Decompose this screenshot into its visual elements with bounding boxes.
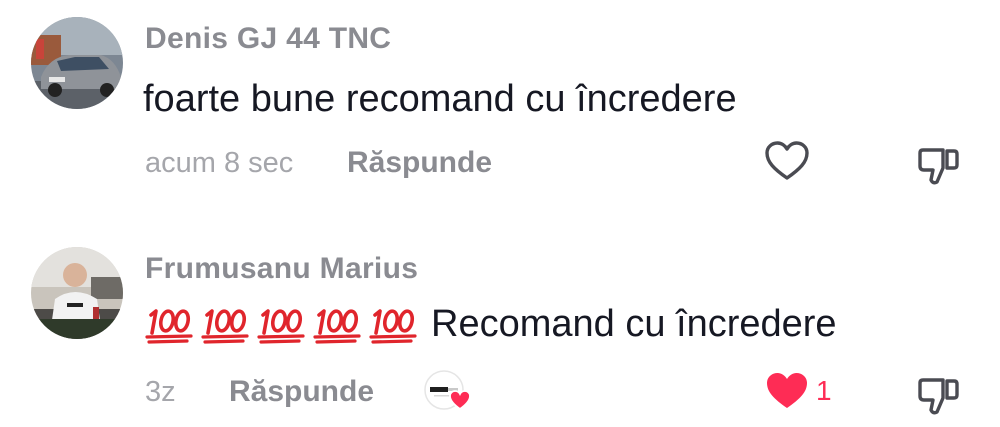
comment-text: Recomand cu încredere xyxy=(143,303,837,346)
hundred-points-icon xyxy=(369,308,417,344)
reply-button[interactable]: Răspunde xyxy=(347,146,492,180)
hundred-points-icon xyxy=(145,308,193,344)
comment-item: Frumusanu Marius Recomand cu încredere 3… xyxy=(0,215,1000,427)
user-avatar[interactable] xyxy=(31,17,123,109)
comment-item: Denis GJ 44 TNC foarte bune recomand cu … xyxy=(0,0,1000,215)
comment-timestamp: acum 8 sec xyxy=(145,147,294,179)
creator-liked-badge xyxy=(424,368,471,412)
like-count: 1 xyxy=(816,375,832,406)
thumbs-down-icon xyxy=(918,378,959,415)
user-avatar[interactable] xyxy=(31,247,123,339)
dislike-button[interactable] xyxy=(915,142,961,193)
reply-button[interactable]: Răspunde xyxy=(229,375,374,409)
thumbs-down-icon xyxy=(918,148,959,185)
comment-timestamp: 3z xyxy=(145,376,176,408)
hundred-points-icon xyxy=(201,308,249,344)
avatar-image xyxy=(31,17,123,109)
heart-outline-icon xyxy=(765,141,809,180)
comment-username[interactable]: Frumusanu Marius xyxy=(145,252,418,286)
heart-icon xyxy=(449,390,471,411)
comment-body: foarte bune recomand cu încredere xyxy=(143,78,737,120)
like-button[interactable] xyxy=(764,140,816,182)
emoji-row xyxy=(143,305,423,345)
hundred-points-icon xyxy=(313,308,361,344)
comment-username[interactable]: Denis GJ 44 TNC xyxy=(145,22,391,56)
hundred-points-icon xyxy=(257,308,305,344)
heart-filled-icon xyxy=(767,373,807,408)
dislike-button[interactable] xyxy=(915,372,961,423)
avatar-image xyxy=(31,247,123,339)
comment-body: Recomand cu încredere xyxy=(431,303,837,345)
comment-text: foarte bune recomand cu încredere xyxy=(143,78,737,121)
like-button[interactable]: 1 xyxy=(764,370,832,412)
